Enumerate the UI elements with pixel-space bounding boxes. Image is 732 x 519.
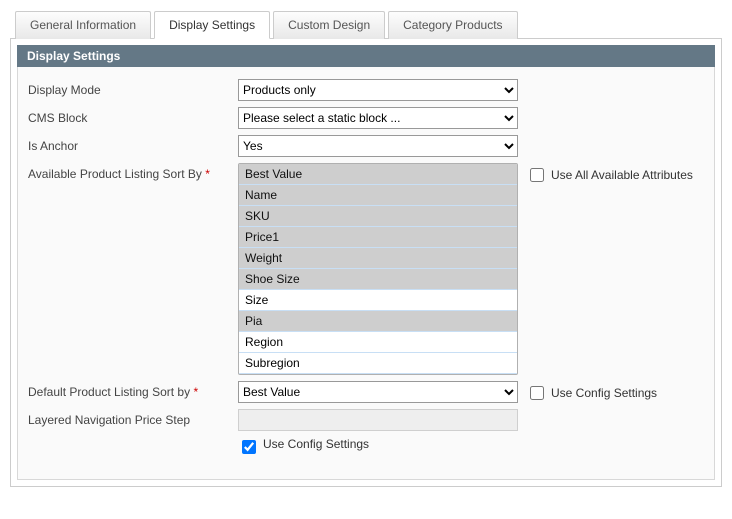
sort-option[interactable]: Name (239, 185, 517, 206)
sort-option[interactable]: Price1 (239, 227, 517, 248)
row-price-step: Layered Navigation Price Step (28, 409, 704, 431)
sort-option[interactable]: Region (239, 332, 517, 353)
label-use-all-attributes: Use All Available Attributes (551, 168, 693, 182)
select-display-mode[interactable]: Products only (238, 79, 518, 101)
required-marker: * (205, 167, 210, 181)
select-is-anchor[interactable]: Yes (238, 135, 518, 157)
tab-category-products[interactable]: Category Products (388, 11, 517, 39)
multiselect-available-sort[interactable]: Best ValueNameSKUPrice1WeightShoe SizeSi… (238, 163, 518, 375)
tab-display-settings[interactable]: Display Settings (154, 11, 270, 39)
section-header: Display Settings (17, 45, 715, 67)
sort-option[interactable]: Subregion (239, 353, 517, 374)
row-default-sort: Default Product Listing Sort by * Best V… (28, 381, 704, 403)
row-cms-block: CMS Block Please select a static block .… (28, 107, 704, 129)
required-marker: * (193, 385, 198, 399)
sort-option[interactable]: Best Value (239, 164, 517, 185)
label-display-mode: Display Mode (28, 79, 238, 97)
checkbox-use-config-default-sort[interactable] (530, 386, 544, 400)
tab-bar: General Information Display Settings Cus… (10, 10, 722, 39)
sort-option[interactable]: Pia (239, 311, 517, 332)
section-body: Display Mode Products only CMS Block Ple… (17, 67, 715, 480)
sort-option[interactable]: Weight (239, 248, 517, 269)
row-available-sort: Available Product Listing Sort By * Best… (28, 163, 704, 375)
row-display-mode: Display Mode Products only (28, 79, 704, 101)
label-cms-block: CMS Block (28, 107, 238, 125)
row-is-anchor: Is Anchor Yes (28, 135, 704, 157)
label-use-config-default-sort: Use Config Settings (551, 386, 657, 400)
checkbox-use-config-price-step[interactable] (242, 440, 256, 454)
sort-option[interactable]: Size (239, 290, 517, 311)
select-cms-block[interactable]: Please select a static block ... (238, 107, 518, 129)
label-default-sort: Default Product Listing Sort by * (28, 381, 238, 399)
label-price-step: Layered Navigation Price Step (28, 409, 238, 427)
label-is-anchor: Is Anchor (28, 135, 238, 153)
sort-option[interactable]: Shoe Size (239, 269, 517, 290)
checkbox-use-all-attributes[interactable] (530, 168, 544, 182)
tab-general-information[interactable]: General Information (15, 11, 151, 39)
label-available-sort: Available Product Listing Sort By * (28, 163, 238, 181)
select-default-sort[interactable]: Best Value (238, 381, 518, 403)
row-price-step-config: Use Config Settings (28, 437, 704, 457)
main-panel: Display Settings Display Mode Products o… (10, 39, 722, 487)
sort-option[interactable]: SKU (239, 206, 517, 227)
label-use-config-price-step: Use Config Settings (263, 437, 369, 451)
input-price-step[interactable] (238, 409, 518, 431)
tab-custom-design[interactable]: Custom Design (273, 11, 385, 39)
